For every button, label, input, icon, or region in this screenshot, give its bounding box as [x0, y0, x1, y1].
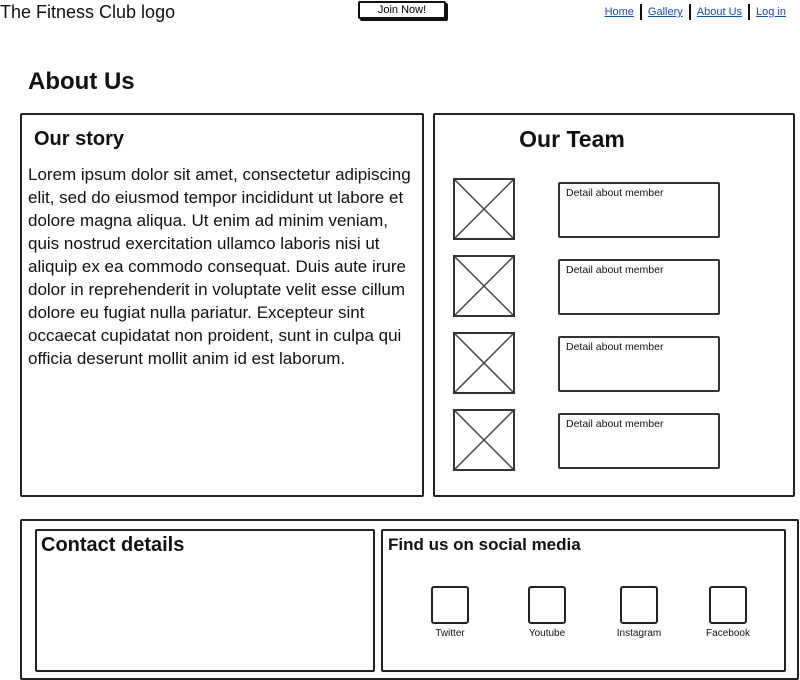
member-detail-box: Detail about member	[558, 336, 720, 392]
social-label: Facebook	[706, 628, 750, 639]
instagram-icon[interactable]	[620, 586, 658, 624]
image-placeholder-icon	[455, 411, 513, 469]
member-photo-placeholder	[453, 332, 515, 394]
logo[interactable]: The Fitness Club logo	[0, 2, 175, 23]
member-photo-placeholder	[453, 409, 515, 471]
nav-about-us[interactable]: About Us	[691, 6, 748, 18]
social-label: Twitter	[435, 628, 465, 639]
top-nav: Home Gallery About Us Log in	[599, 4, 792, 20]
image-placeholder-icon	[455, 257, 513, 315]
page-title: About Us	[28, 68, 135, 95]
social-link-twitter[interactable]: Twitter	[410, 586, 490, 639]
social-link-instagram[interactable]: Instagram	[599, 586, 679, 639]
contact-heading: Contact details	[41, 534, 185, 556]
team-heading: Our Team	[519, 126, 625, 152]
image-placeholder-icon	[455, 334, 513, 392]
join-now-button[interactable]: Join Now!	[358, 1, 446, 19]
member-detail-box: Detail about member	[558, 413, 720, 469]
member-detail-box: Detail about member	[558, 259, 720, 315]
member-photo-placeholder	[453, 178, 515, 240]
twitter-icon[interactable]	[431, 586, 469, 624]
member-photo-placeholder	[453, 255, 515, 317]
nav-gallery[interactable]: Gallery	[642, 6, 689, 18]
social-link-facebook[interactable]: Facebook	[688, 586, 768, 639]
social-heading: Find us on social media	[388, 535, 581, 554]
social-link-youtube[interactable]: Youtube	[507, 586, 587, 639]
member-detail-box: Detail about member	[558, 182, 720, 238]
nav-home[interactable]: Home	[599, 6, 640, 18]
social-label: Instagram	[616, 628, 662, 639]
nav-log-in[interactable]: Log in	[750, 6, 792, 18]
story-text: Lorem ipsum dolor sit amet, consectetur …	[28, 165, 411, 368]
social-label: Youtube	[528, 628, 566, 639]
story-heading: Our story	[34, 128, 125, 150]
facebook-icon[interactable]	[709, 586, 747, 624]
image-placeholder-icon	[455, 180, 513, 238]
youtube-icon[interactable]	[528, 586, 566, 624]
